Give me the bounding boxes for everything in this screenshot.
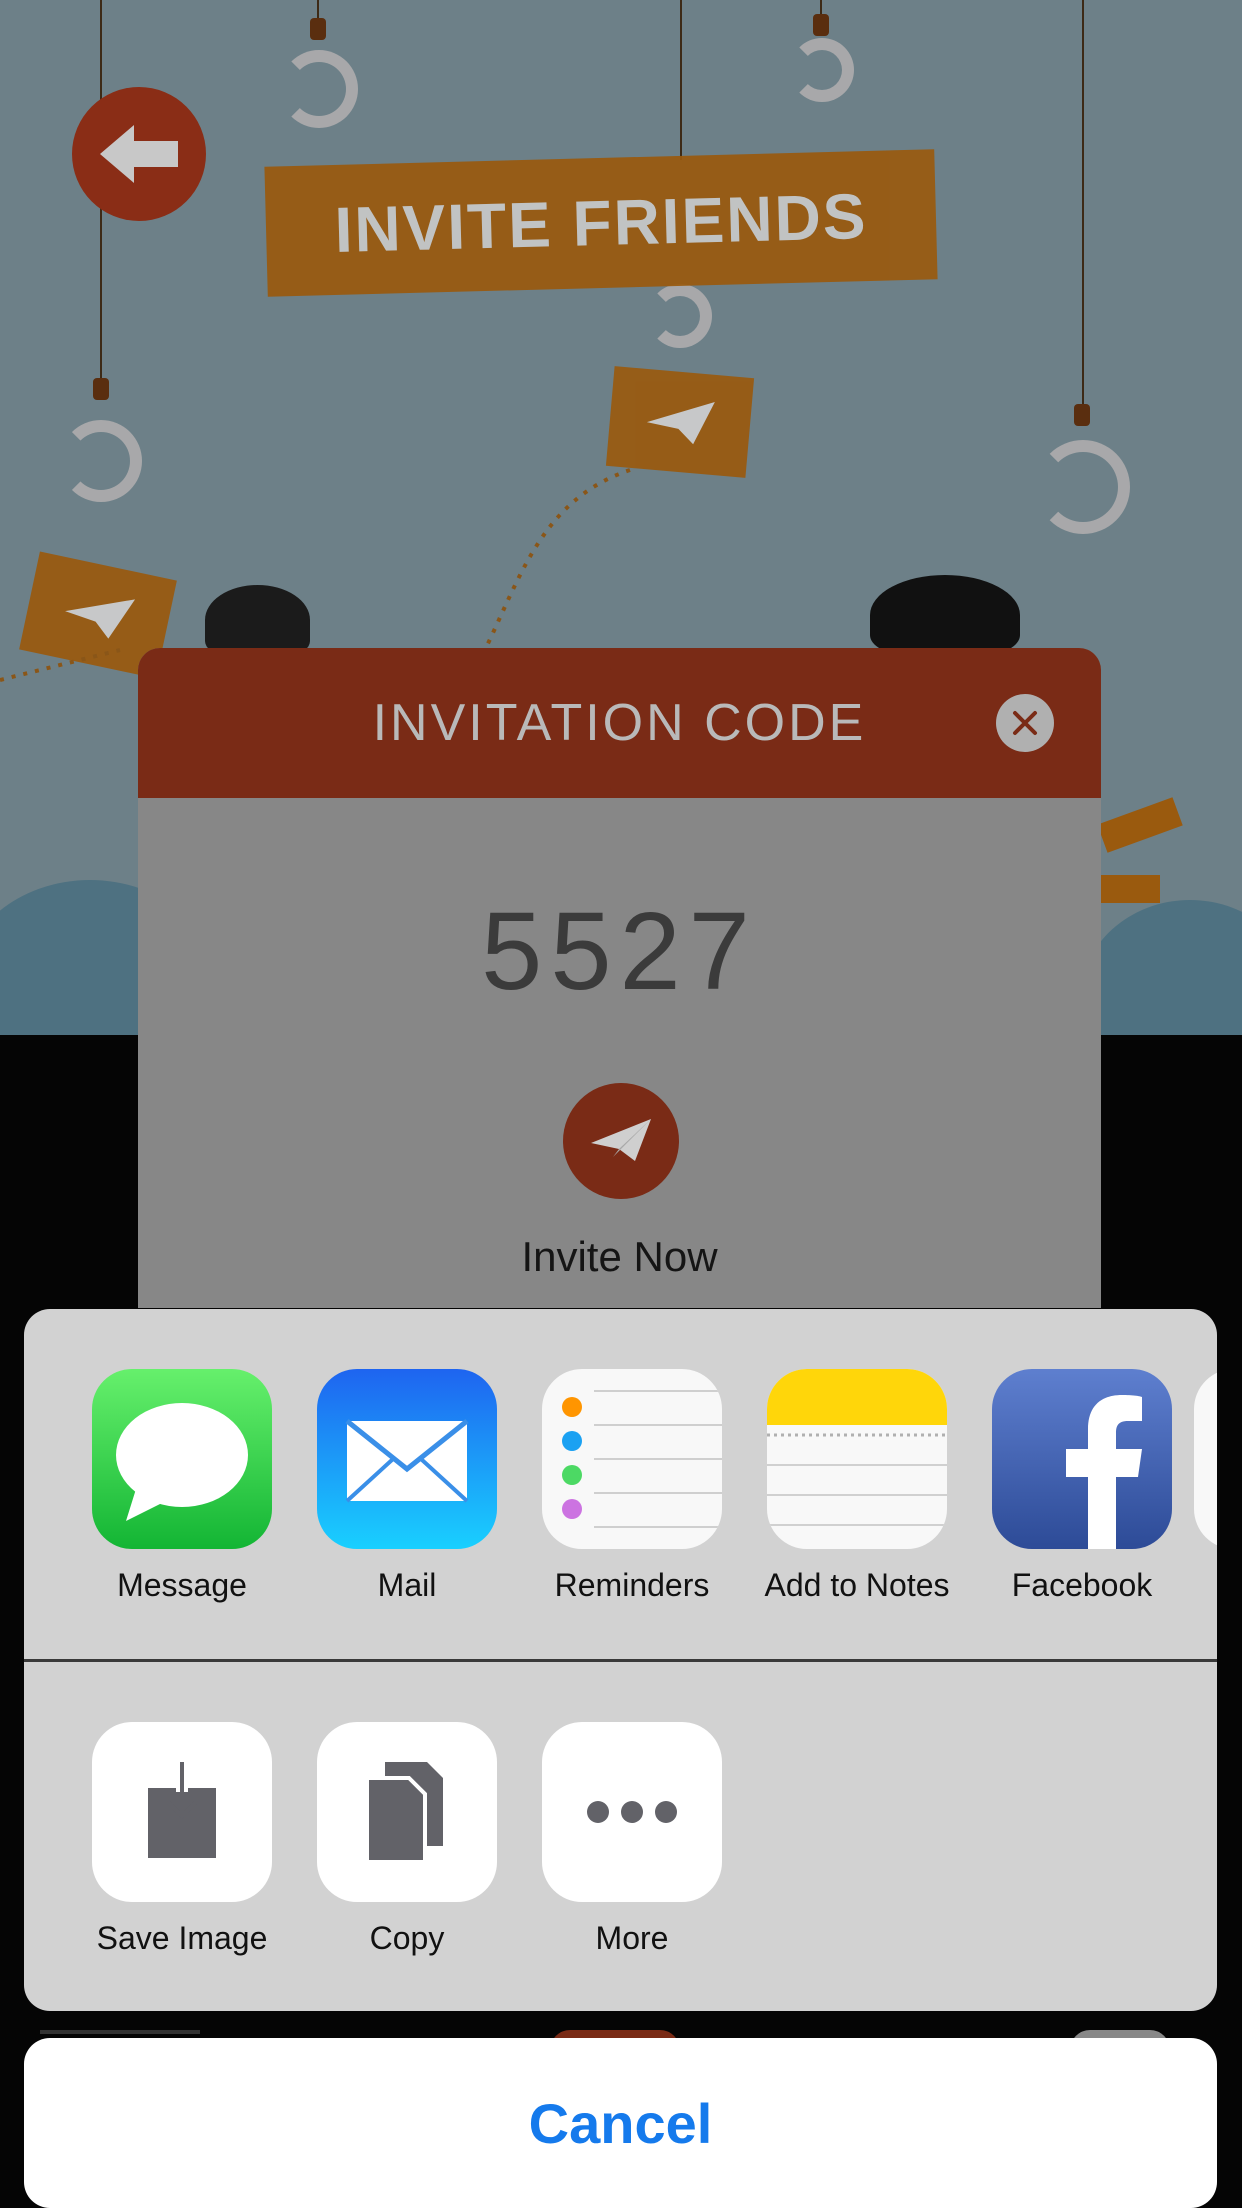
invite-now-label: Invite Now bbox=[521, 1233, 718, 1280]
share-action-label: Copy bbox=[369, 1920, 445, 1956]
mail-icon bbox=[317, 1369, 497, 1549]
copy-icon bbox=[317, 1722, 497, 1902]
share-sheet: Message Mail Reminders Add to Notes Face… bbox=[24, 1309, 1217, 2011]
share-apps-row[interactable]: Message Mail Reminders Add to Notes Face… bbox=[24, 1309, 1217, 1659]
character-head-icon bbox=[205, 585, 310, 655]
banner-title: INVITE FRIENDS bbox=[333, 180, 869, 266]
share-action-label: More bbox=[595, 1920, 669, 1956]
character-leg-icon bbox=[1097, 797, 1183, 853]
character-head-icon bbox=[870, 575, 1020, 655]
share-app-message[interactable]: Message bbox=[69, 1369, 295, 1604]
notes-icon bbox=[767, 1369, 947, 1549]
share-actions-row: Save Image Copy More bbox=[24, 1662, 1217, 2011]
save-image-button[interactable]: Save Image bbox=[69, 1722, 295, 1957]
invite-now-button[interactable] bbox=[563, 1083, 679, 1199]
facebook-icon bbox=[992, 1369, 1172, 1549]
share-app-label: Add to Notes bbox=[764, 1567, 950, 1603]
more-icon bbox=[542, 1722, 722, 1902]
modal-header: INVITATION CODE bbox=[138, 648, 1101, 798]
cancel-button[interactable]: Cancel bbox=[24, 2038, 1217, 2208]
save-image-icon bbox=[92, 1722, 272, 1902]
share-app-mail[interactable]: Mail bbox=[294, 1369, 520, 1604]
next-app-tile-icon[interactable] bbox=[1194, 1369, 1217, 1549]
message-icon bbox=[92, 1369, 272, 1549]
invitation-code: 5527 bbox=[481, 890, 758, 1013]
back-arrow-icon bbox=[100, 125, 178, 183]
cancel-label: Cancel bbox=[528, 2091, 713, 2155]
more-button[interactable]: More bbox=[519, 1722, 745, 1957]
cloud-shape bbox=[1080, 900, 1242, 1035]
share-app-notes[interactable]: Add to Notes bbox=[744, 1369, 970, 1604]
close-icon bbox=[1013, 711, 1037, 735]
share-app-label: Message bbox=[117, 1567, 247, 1603]
copy-button[interactable]: Copy bbox=[294, 1722, 520, 1957]
modal-title: INVITATION CODE bbox=[372, 694, 867, 752]
back-button[interactable] bbox=[72, 87, 206, 221]
character-leg-icon bbox=[1100, 875, 1160, 903]
share-app-reminders[interactable]: Reminders bbox=[519, 1369, 745, 1604]
share-app-facebook[interactable]: Facebook bbox=[969, 1369, 1195, 1604]
share-app-label: Facebook bbox=[1011, 1567, 1153, 1603]
share-app-label: Mail bbox=[377, 1567, 437, 1603]
invite-friends-banner: INVITE FRIENDS bbox=[264, 149, 938, 297]
invitation-code-modal: INVITATION CODE 5527 Invite Now bbox=[138, 648, 1101, 1308]
reminders-icon bbox=[542, 1369, 722, 1549]
close-button[interactable] bbox=[996, 694, 1054, 752]
share-action-label: Save Image bbox=[96, 1920, 268, 1956]
paper-plane-icon bbox=[591, 1119, 651, 1161]
share-app-label: Reminders bbox=[554, 1567, 710, 1603]
